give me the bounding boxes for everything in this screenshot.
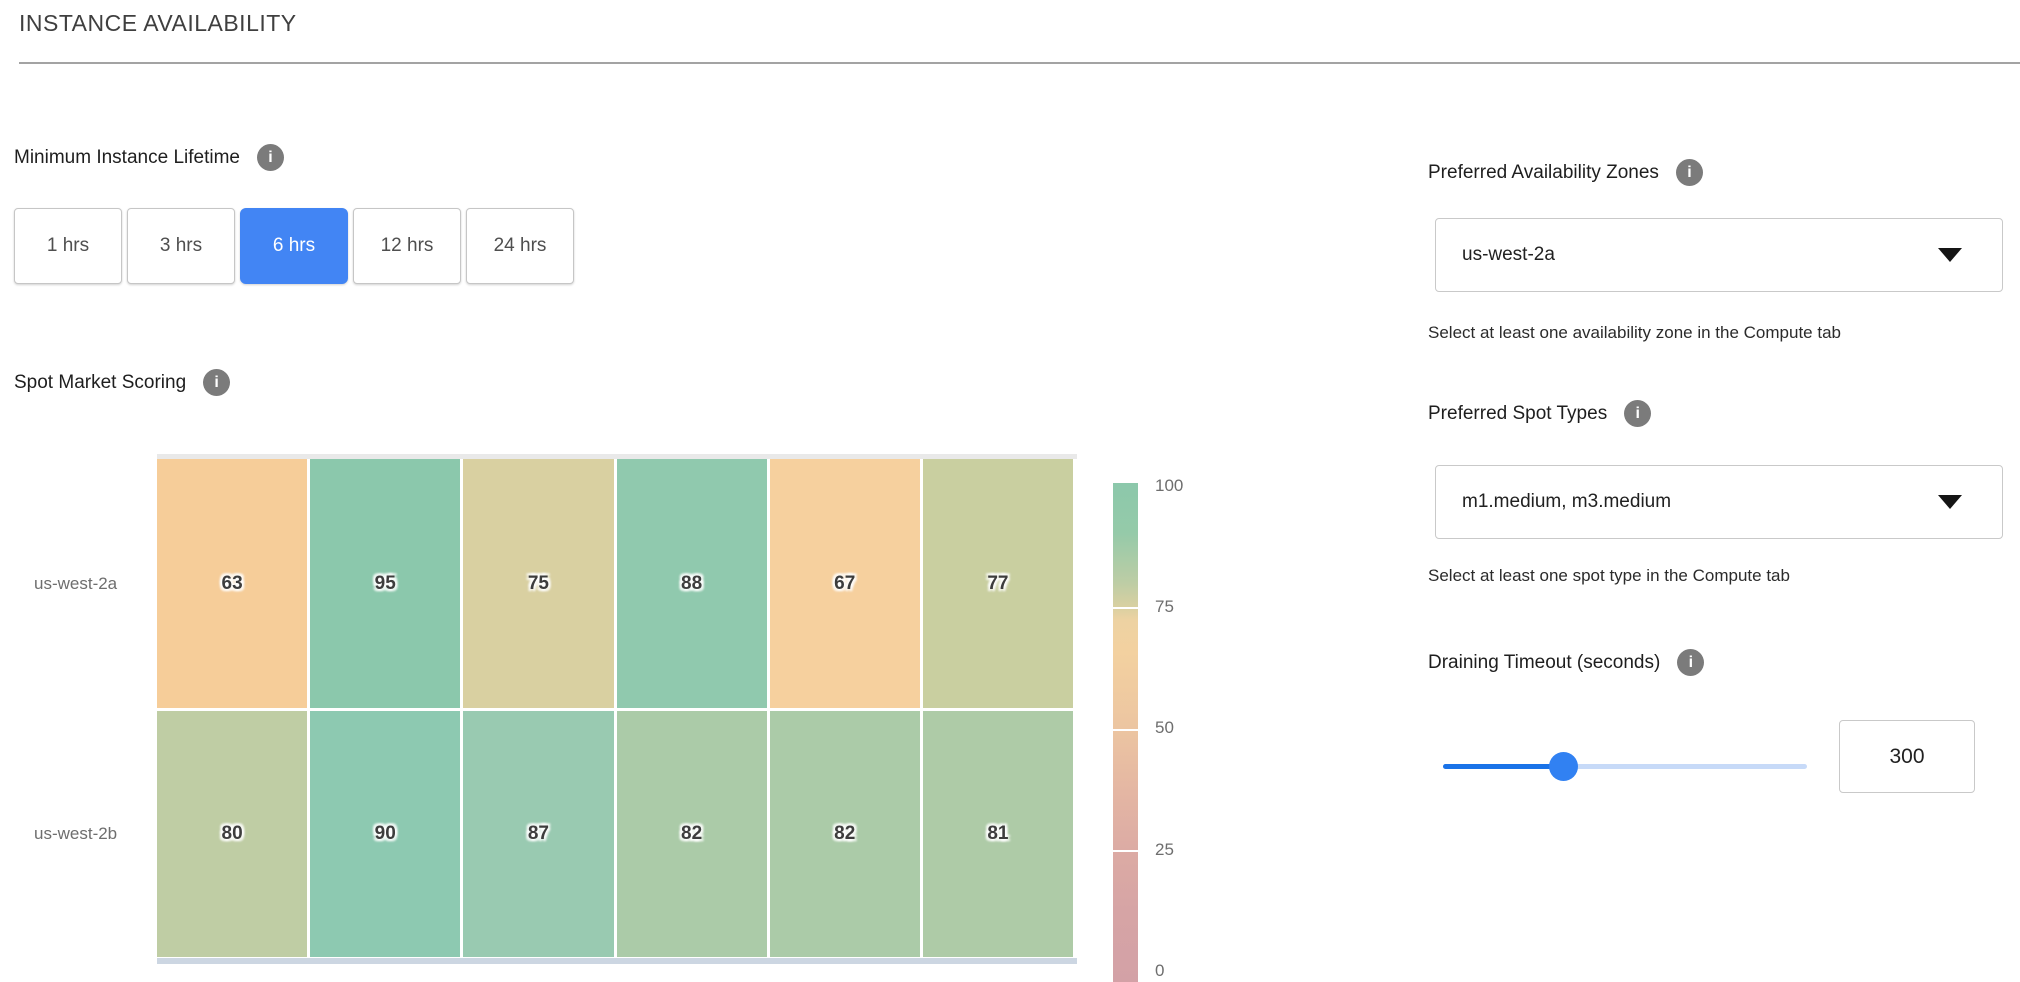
- slider-fill: [1443, 764, 1563, 769]
- heatmap-cell: 81: [923, 711, 1073, 957]
- heatmap-cell: 88: [617, 459, 767, 708]
- colorbar-divider: [1113, 850, 1138, 852]
- lifetime-button-group: 1 hrs3 hrs6 hrs12 hrs24 hrs: [14, 208, 574, 284]
- spot-market-scoring-label-row: Spot Market Scoring i: [14, 369, 230, 396]
- heatmap-colorbar: [1113, 483, 1138, 982]
- availability-zones-caption: Select at least one availability zone in…: [1428, 323, 1841, 343]
- info-icon[interactable]: i: [257, 144, 284, 171]
- colorbar-tick-label: 25: [1155, 840, 1215, 860]
- colorbar-tick-label: 100: [1155, 476, 1215, 496]
- spot-types-value: m1.medium, m3.medium: [1462, 491, 1938, 513]
- info-icon[interactable]: i: [1676, 159, 1703, 186]
- heatmap-cell: 75: [463, 459, 613, 708]
- spot-types-select[interactable]: m1.medium, m3.medium: [1435, 465, 2003, 539]
- colorbar-divider: [1113, 729, 1138, 731]
- draining-timeout-input[interactable]: [1839, 720, 1975, 793]
- minimum-instance-lifetime-label-row: Minimum Instance Lifetime i: [14, 144, 284, 171]
- lifetime-option-button[interactable]: 6 hrs: [240, 208, 348, 284]
- lifetime-option-button[interactable]: 3 hrs: [127, 208, 235, 284]
- colorbar-divider: [1113, 607, 1138, 609]
- draining-timeout-label: Draining Timeout (seconds): [1428, 652, 1660, 674]
- slider-thumb[interactable]: [1549, 752, 1578, 781]
- colorbar-tick-label: 50: [1155, 718, 1215, 738]
- availability-zones-label: Preferred Availability Zones: [1428, 162, 1659, 184]
- heatmap-cell: 67: [770, 459, 920, 708]
- availability-zones-select[interactable]: us-west-2a: [1435, 218, 2003, 292]
- heatmap-cell: 80: [157, 711, 307, 957]
- colorbar-tick-label: 0: [1155, 961, 1215, 981]
- instance-availability-panel: INSTANCE AVAILABILITY Minimum Instance L…: [0, 0, 2020, 982]
- heatmap-cell: 82: [617, 711, 767, 957]
- lifetime-option-button[interactable]: 12 hrs: [353, 208, 461, 284]
- spot-types-label-row: Preferred Spot Types i: [1428, 400, 1651, 427]
- availability-zones-label-row: Preferred Availability Zones i: [1428, 159, 1703, 186]
- spot-types-label: Preferred Spot Types: [1428, 403, 1607, 425]
- info-icon[interactable]: i: [1624, 400, 1651, 427]
- spot-types-caption: Select at least one spot type in the Com…: [1428, 566, 1790, 586]
- heatmap-cell: 63: [157, 459, 307, 708]
- spot-market-heatmap: 639575886777809087828281: [157, 459, 1073, 957]
- chevron-down-icon: [1938, 495, 1962, 509]
- heatmap-cell: 95: [310, 459, 460, 708]
- heatmap-cell: 90: [310, 711, 460, 957]
- heatmap-row-label: us-west-2b: [34, 824, 154, 844]
- heatmap-cell: 87: [463, 711, 613, 957]
- header-divider: [19, 62, 2020, 64]
- heatmap-cell: 77: [923, 459, 1073, 708]
- chevron-down-icon: [1938, 248, 1962, 262]
- info-icon[interactable]: i: [203, 369, 230, 396]
- draining-timeout-label-row: Draining Timeout (seconds) i: [1428, 649, 1704, 676]
- page-title: INSTANCE AVAILABILITY: [19, 10, 297, 37]
- lifetime-option-button[interactable]: 1 hrs: [14, 208, 122, 284]
- draining-timeout-slider[interactable]: [1443, 751, 1807, 781]
- info-icon[interactable]: i: [1677, 649, 1704, 676]
- heatmap-bottom-strip: [157, 958, 1077, 964]
- lifetime-option-button[interactable]: 24 hrs: [466, 208, 574, 284]
- spot-market-scoring-label: Spot Market Scoring: [14, 372, 186, 394]
- heatmap-row-label: us-west-2a: [34, 574, 154, 594]
- minimum-instance-lifetime-label: Minimum Instance Lifetime: [14, 147, 240, 169]
- colorbar-tick-label: 75: [1155, 597, 1215, 617]
- heatmap-cell: 82: [770, 711, 920, 957]
- availability-zones-value: us-west-2a: [1462, 244, 1938, 266]
